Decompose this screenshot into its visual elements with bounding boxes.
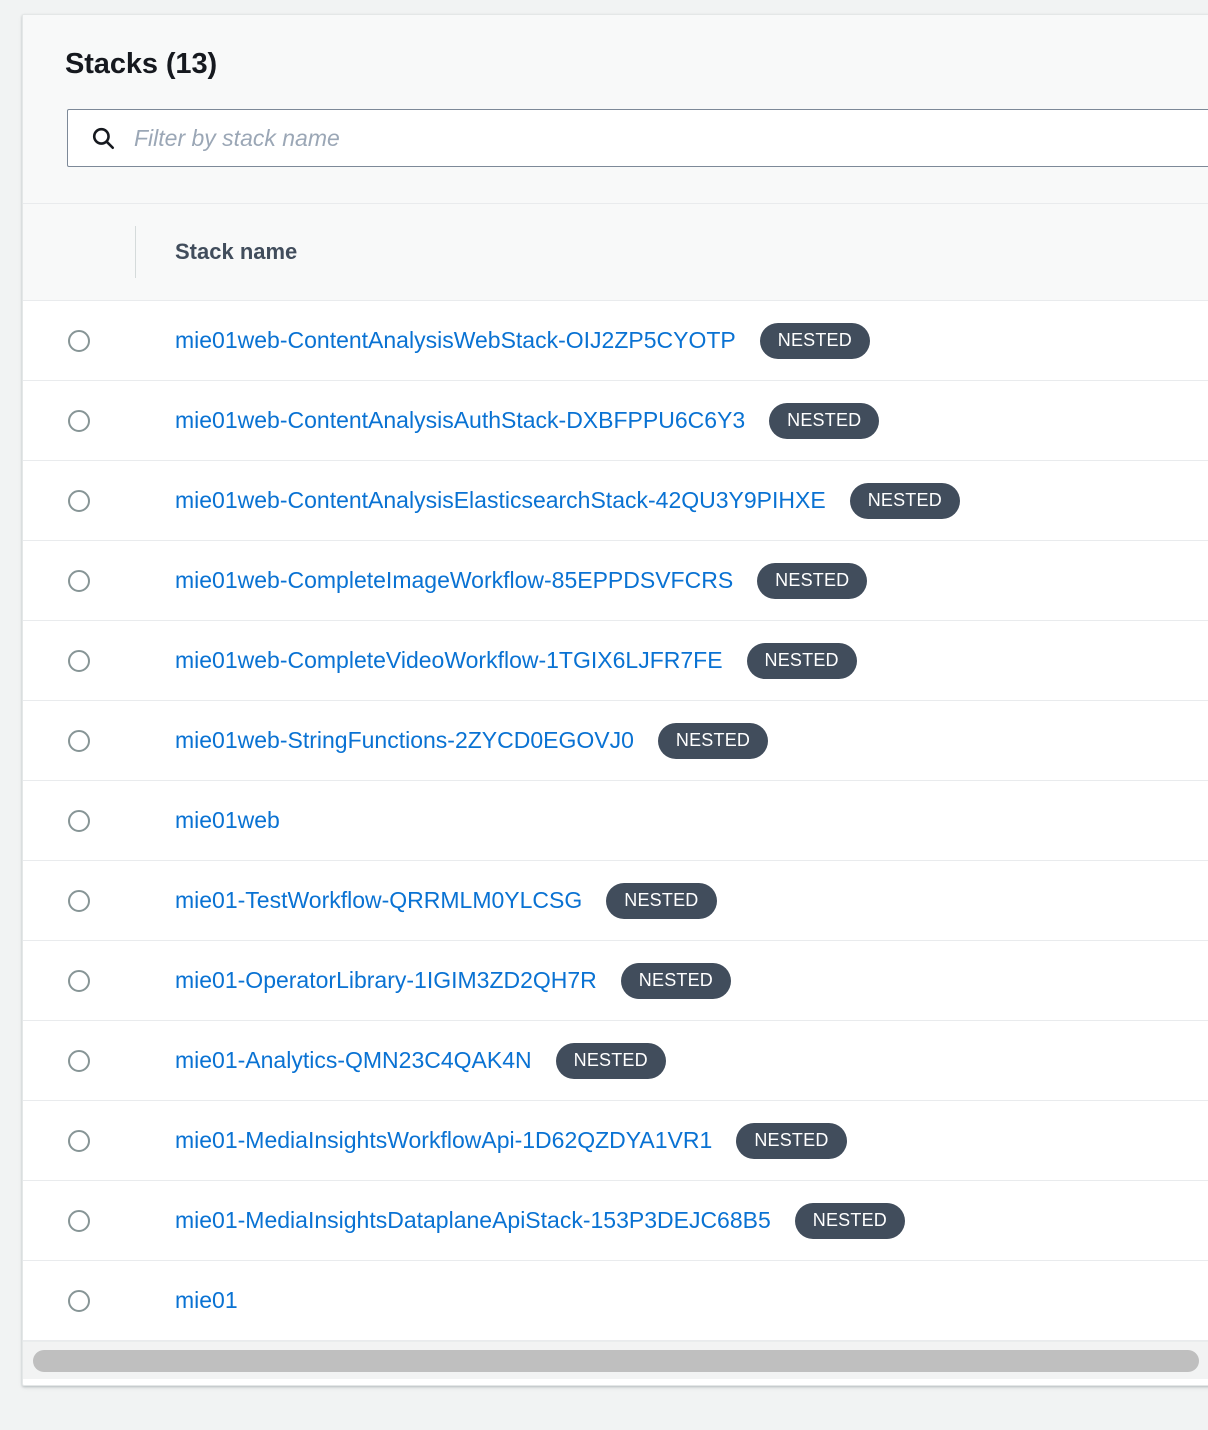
- row-select-cell[interactable]: [23, 489, 135, 512]
- status-badge: NESTED: [555, 1042, 666, 1079]
- row-select-cell[interactable]: [23, 1129, 135, 1152]
- stack-name-link[interactable]: mie01web-ContentAnalysisWebStack-OIJ2ZP5…: [175, 327, 736, 354]
- row-radio-button[interactable]: [68, 1289, 90, 1312]
- stack-name-cell: mie01: [135, 1287, 238, 1314]
- status-badge: NESTED: [759, 322, 870, 359]
- row-radio-button[interactable]: [68, 1129, 90, 1152]
- row-select-cell[interactable]: [23, 1289, 135, 1312]
- table-row[interactable]: mie01web-ContentAnalysisAuthStack-DXBFPP…: [23, 381, 1208, 461]
- row-select-cell[interactable]: [23, 729, 135, 752]
- stack-name-link[interactable]: mie01web-CompleteImageWorkflow-85EPPDSVF…: [175, 567, 733, 594]
- table-header-row: Stack name: [23, 204, 1208, 301]
- stack-name-link[interactable]: mie01web-ContentAnalysisAuthStack-DXBFPP…: [175, 407, 745, 434]
- row-select-cell[interactable]: [23, 969, 135, 992]
- row-radio-button[interactable]: [68, 649, 90, 672]
- stack-name-link[interactable]: mie01-OperatorLibrary-1IGIM3ZD2QH7R: [175, 967, 597, 994]
- row-radio-button[interactable]: [68, 809, 90, 832]
- status-badge: NESTED: [757, 562, 868, 599]
- row-select-cell[interactable]: [23, 569, 135, 592]
- row-select-cell[interactable]: [23, 1049, 135, 1072]
- row-select-cell[interactable]: [23, 1209, 135, 1232]
- status-badge: NESTED: [849, 482, 960, 519]
- stack-name-link[interactable]: mie01-MediaInsightsWorkflowApi-1D62QZDYA…: [175, 1127, 712, 1154]
- stack-name-cell: mie01-TestWorkflow-QRRMLM0YLCSG NESTED: [135, 882, 717, 919]
- page-title: Stacks (13): [65, 48, 218, 80]
- filter-row: [23, 109, 1208, 203]
- stack-name-cell: mie01-MediaInsightsDataplaneApiStack-153…: [135, 1202, 905, 1239]
- stack-name-cell: mie01web-StringFunctions-2ZYCD0EGOVJ0 NES…: [135, 722, 769, 759]
- stack-name-cell: mie01web: [135, 807, 280, 834]
- table-row[interactable]: mie01web-CompleteVideoWorkflow-1TGIX6LJF…: [23, 621, 1208, 701]
- table-row[interactable]: mie01-Analytics-QMN23C4QAK4N NESTED: [23, 1021, 1208, 1101]
- table-row[interactable]: mie01-MediaInsightsWorkflowApi-1D62QZDYA…: [23, 1101, 1208, 1181]
- stack-name-cell: mie01web-ContentAnalysisElasticsearchSta…: [135, 482, 960, 519]
- column-header-stack-name[interactable]: Stack name: [136, 239, 297, 265]
- stack-name-link[interactable]: mie01-MediaInsightsDataplaneApiStack-153…: [175, 1207, 771, 1234]
- row-select-cell[interactable]: [23, 649, 135, 672]
- stack-name-link[interactable]: mie01-TestWorkflow-QRRMLM0YLCSG: [175, 887, 582, 914]
- stack-name-cell: mie01-OperatorLibrary-1IGIM3ZD2QH7R NESTE…: [135, 962, 732, 999]
- status-badge: NESTED: [620, 962, 732, 999]
- stack-name-cell: mie01web-ContentAnalysisWebStack-OIJ2ZP5…: [135, 322, 870, 359]
- row-radio-button[interactable]: [68, 569, 90, 592]
- status-badge: NESTED: [736, 1122, 847, 1159]
- row-radio-button[interactable]: [68, 889, 90, 912]
- table-row[interactable]: mie01web-ContentAnalysisWebStack-OIJ2ZP5…: [23, 301, 1208, 381]
- row-radio-button[interactable]: [68, 969, 90, 992]
- row-radio-button[interactable]: [68, 409, 90, 432]
- status-badge: NESTED: [746, 642, 857, 679]
- table-row[interactable]: mie01-TestWorkflow-QRRMLM0YLCSG NESTED: [23, 861, 1208, 941]
- table-row[interactable]: mie01-MediaInsightsDataplaneApiStack-153…: [23, 1181, 1208, 1261]
- stack-name-cell: mie01web-ContentAnalysisAuthStack-DXBFPP…: [135, 402, 880, 439]
- stack-name-link[interactable]: mie01web-CompleteVideoWorkflow-1TGIX6LJF…: [175, 647, 723, 674]
- panel-header: Stacks (13): [23, 15, 1208, 204]
- title-row: Stacks (13): [23, 15, 1208, 109]
- search-box[interactable]: [67, 109, 1208, 167]
- row-select-cell[interactable]: [23, 889, 135, 912]
- row-select-cell[interactable]: [23, 329, 135, 352]
- row-radio-button[interactable]: [68, 1049, 90, 1072]
- status-badge: NESTED: [657, 722, 769, 759]
- scrollbar-thumb[interactable]: [33, 1349, 1200, 1372]
- search-icon: [90, 125, 116, 151]
- row-radio-button[interactable]: [68, 329, 90, 352]
- stack-name-link[interactable]: mie01web-StringFunctions-2ZYCD0EGOVJ0: [175, 727, 634, 754]
- stacks-table-body: mie01web-ContentAnalysisWebStack-OIJ2ZP5…: [23, 301, 1208, 1341]
- table-row[interactable]: mie01web-ContentAnalysisElasticsearchSta…: [23, 461, 1208, 541]
- table-row[interactable]: mie01web: [23, 781, 1208, 861]
- status-badge: NESTED: [769, 402, 880, 439]
- table-row[interactable]: mie01: [23, 1261, 1208, 1341]
- stack-name-link[interactable]: mie01: [175, 1287, 238, 1314]
- stack-name-cell: mie01-MediaInsightsWorkflowApi-1D62QZDYA…: [135, 1122, 847, 1159]
- scrollbar-track[interactable]: [33, 1349, 1208, 1372]
- stack-name-link[interactable]: mie01web: [175, 807, 280, 834]
- row-radio-button[interactable]: [68, 489, 90, 512]
- stack-name-cell: mie01web-CompleteVideoWorkflow-1TGIX6LJF…: [135, 642, 857, 679]
- row-select-cell[interactable]: [23, 809, 135, 832]
- table-row[interactable]: mie01web-StringFunctions-2ZYCD0EGOVJ0 NES…: [23, 701, 1208, 781]
- row-select-cell[interactable]: [23, 409, 135, 432]
- table-row[interactable]: mie01web-CompleteImageWorkflow-85EPPDSVF…: [23, 541, 1208, 621]
- table-row[interactable]: mie01-OperatorLibrary-1IGIM3ZD2QH7R NESTE…: [23, 941, 1208, 1021]
- status-badge: NESTED: [606, 882, 717, 919]
- status-badge: NESTED: [794, 1202, 905, 1239]
- horizontal-scrollbar[interactable]: [23, 1341, 1208, 1379]
- search-input[interactable]: [134, 124, 1208, 152]
- row-radio-button[interactable]: [68, 1209, 90, 1232]
- row-radio-button[interactable]: [68, 729, 90, 752]
- stack-name-link[interactable]: mie01-Analytics-QMN23C4QAK4N: [175, 1047, 532, 1074]
- stack-name-cell: mie01-Analytics-QMN23C4QAK4N NESTED: [135, 1042, 666, 1079]
- stacks-panel: Stacks (13) Stack name mie01web-ContentA…: [22, 14, 1208, 1386]
- stack-name-cell: mie01web-CompleteImageWorkflow-85EPPDSVF…: [135, 562, 868, 599]
- stack-name-link[interactable]: mie01web-ContentAnalysisElasticsearchSta…: [175, 487, 826, 514]
